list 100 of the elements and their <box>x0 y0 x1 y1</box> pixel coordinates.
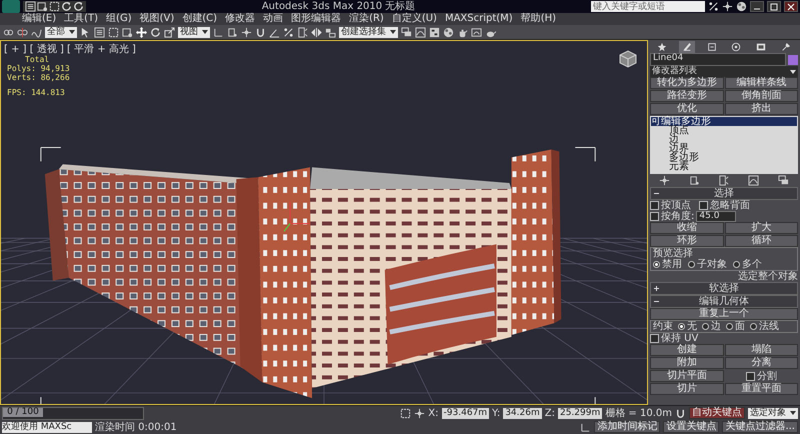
search-field[interactable]: 键入关键字或短语 <box>591 1 705 12</box>
viewport[interactable]: [ + ] [ 透视 ] [ 平滑 + 高光 ] Total Polys: 94,913 Verts: 86,266 FPS: 144.813 <box>0 40 648 405</box>
percent-icon[interactable] <box>708 1 719 12</box>
viewport-label[interactable]: [ + ] [ 透视 ] [ 平滑 + 高光 ] <box>4 42 136 56</box>
maxscript-listener-field[interactable]: 欢迎使用 MAXSc <box>2 422 92 432</box>
magnet-icon[interactable] <box>675 408 686 418</box>
stack-subitem[interactable]: 多边形 <box>667 153 797 162</box>
stack-subitem[interactable]: 元素 <box>667 162 797 171</box>
pivot-icon[interactable] <box>688 175 700 186</box>
checkbox[interactable] <box>650 334 659 343</box>
scale-icon[interactable] <box>164 26 175 38</box>
add-time-tag-button[interactable]: 添加时间标记 <box>594 421 660 433</box>
align-icon[interactable] <box>325 26 336 38</box>
menu-item[interactable]: 帮助(H) <box>520 13 556 25</box>
rollout-header[interactable]: 软选择 <box>650 282 798 295</box>
window-select-icon[interactable] <box>122 26 133 38</box>
modifier-list-dropdown[interactable]: 修改器列表 <box>650 66 798 77</box>
checkbox[interactable] <box>746 372 755 380</box>
stack-subitem[interactable]: 边界 <box>667 144 797 153</box>
object-color-swatch[interactable] <box>788 54 798 64</box>
rollout-header[interactable]: 编辑几何体 <box>650 295 798 308</box>
geometry-button[interactable]: 塌陷 <box>724 344 798 356</box>
coordinate-field[interactable]: 25.299m <box>558 408 602 418</box>
rotate-icon[interactable] <box>150 26 161 38</box>
magnet-icon[interactable] <box>255 26 266 38</box>
selection-button[interactable]: 收缩 <box>650 222 724 234</box>
maximize-button[interactable] <box>767 1 781 12</box>
rollout-header[interactable]: 选择 <box>650 187 798 200</box>
modifier-button[interactable]: 倒角剖面 <box>724 90 798 102</box>
time-slider-thumb[interactable]: 0 / 100 <box>3 408 43 416</box>
selection-button[interactable]: 循环 <box>724 235 798 247</box>
broken-link-icon[interactable] <box>17 26 28 38</box>
window-select-icon[interactable] <box>37 1 48 12</box>
spheres-icon[interactable] <box>736 1 747 12</box>
menu-item[interactable]: 组(G) <box>106 13 132 25</box>
key-filters-button[interactable]: 关键点过滤器... <box>722 421 798 433</box>
menu-item[interactable]: 工具(T) <box>64 13 98 25</box>
radio-button[interactable] <box>733 261 740 268</box>
modifier-button[interactable]: 优化 <box>650 103 724 115</box>
selection-button[interactable]: 扩大 <box>724 222 798 234</box>
stack-subitem[interactable]: 顶点 <box>667 126 797 135</box>
set-key-button[interactable]: 设置关键点 <box>663 421 720 433</box>
modifier-button[interactable]: 编辑样条线 <box>724 77 798 89</box>
list-icon[interactable] <box>25 1 36 12</box>
angle-spinner[interactable]: 45.0 <box>696 211 736 222</box>
stack-item[interactable]: 可编辑多边形 <box>651 117 797 126</box>
rotate-icon[interactable] <box>73 1 84 12</box>
pivot-icon[interactable] <box>227 26 238 38</box>
checkbox[interactable] <box>699 201 708 210</box>
move-icon[interactable] <box>136 26 147 38</box>
geometry-button[interactable]: 重置平面 <box>724 383 798 395</box>
named-selection-field[interactable]: 创建选择集 <box>339 26 398 38</box>
schematic-icon[interactable] <box>429 26 440 38</box>
menu-item[interactable]: 视图(V) <box>140 13 174 25</box>
crosshair-icon[interactable] <box>659 175 670 186</box>
rectangle-select-icon[interactable] <box>400 408 412 418</box>
geometry-button[interactable]: 附加 <box>650 357 724 369</box>
geometry-button[interactable]: 创建 <box>650 344 724 356</box>
layers-icon[interactable] <box>401 26 412 38</box>
selection-filter-dropdown[interactable]: 全部 <box>45 26 77 38</box>
radio-button[interactable] <box>702 323 709 330</box>
cursor-icon[interactable] <box>80 26 91 38</box>
angle-snap-icon[interactable] <box>269 26 280 38</box>
axis-icon[interactable] <box>213 26 224 38</box>
geometry-button[interactable]: 切片平面 <box>650 370 724 382</box>
stack-subitem[interactable]: 边 <box>667 135 797 144</box>
checkbox[interactable] <box>650 201 659 210</box>
geometry-button[interactable]: 切片 <box>650 383 724 395</box>
time-slider[interactable]: 0 / 100 <box>2 406 144 420</box>
radio-button[interactable] <box>726 323 733 330</box>
geometry-button[interactable]: 分离 <box>724 357 798 369</box>
radio-button[interactable] <box>750 323 757 330</box>
pencil-icon[interactable] <box>678 41 695 53</box>
curve-editor-icon[interactable] <box>415 26 426 38</box>
repeat-last-button[interactable]: 重复上一个 <box>650 308 798 320</box>
menu-item[interactable]: 编辑(E) <box>22 13 56 25</box>
axis-icon[interactable] <box>580 422 592 432</box>
close-icon[interactable] <box>787 2 795 10</box>
rectangle-select-icon[interactable] <box>49 1 60 12</box>
rectangle-select-icon[interactable] <box>108 26 119 38</box>
crosshair-icon[interactable] <box>414 408 426 418</box>
auto-key-button[interactable]: 自动关键点 <box>689 407 745 419</box>
mirror-icon[interactable] <box>311 26 322 38</box>
crosshair-icon[interactable] <box>241 26 252 38</box>
rotate-icon[interactable] <box>61 1 72 12</box>
reference-coordinate-dropdown[interactable]: 视图 <box>178 26 210 38</box>
spinner-snap-icon[interactable] <box>718 175 730 186</box>
modifier-button[interactable]: 转化为多边形 <box>650 77 724 89</box>
percent-icon[interactable] <box>283 26 294 38</box>
coordinate-field[interactable]: -93.467m <box>442 408 490 418</box>
selection-button[interactable]: 环形 <box>650 235 724 247</box>
maximize-icon[interactable] <box>770 2 778 10</box>
close-button[interactable] <box>784 1 798 12</box>
key-mode-dropdown[interactable]: 选定对象 <box>748 408 798 418</box>
menu-item[interactable]: 图形编辑器 <box>291 13 342 25</box>
menu-item[interactable]: 修改器 <box>225 13 256 25</box>
modifier-button[interactable]: 挤出 <box>724 103 798 115</box>
menu-item[interactable]: MAXScript(M) <box>444 13 513 25</box>
menu-item[interactable]: 自定义(U) <box>392 13 437 25</box>
radio-button[interactable] <box>653 261 660 268</box>
